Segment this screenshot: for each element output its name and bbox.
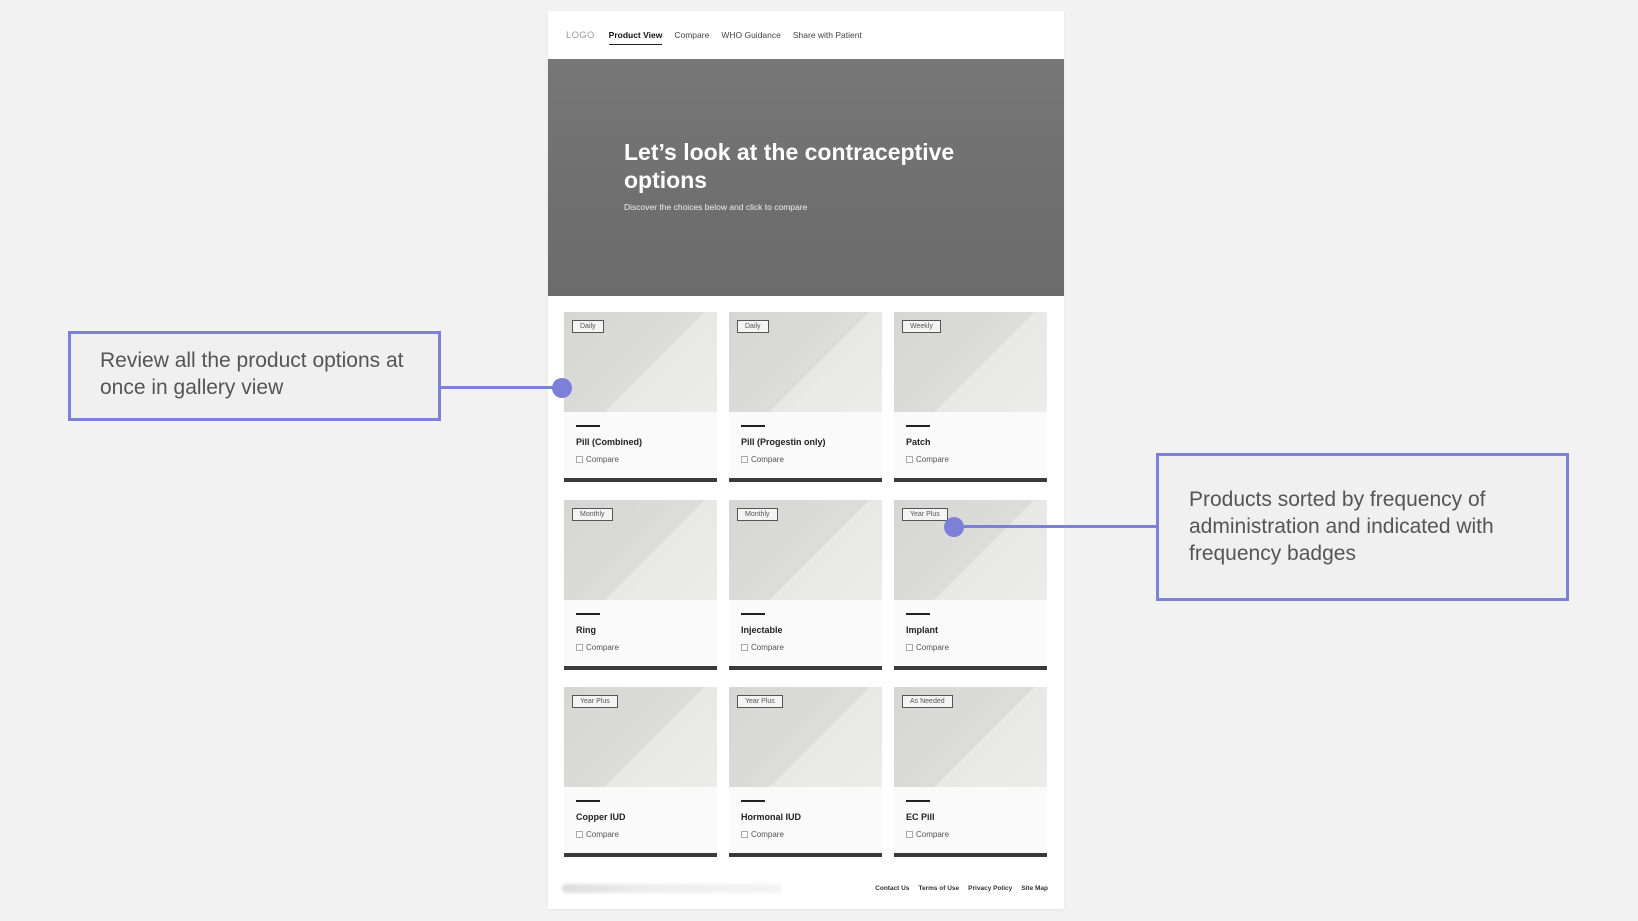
compare-checkbox[interactable]: Compare (906, 455, 949, 464)
annotation-callout-left: Review all the product options at once i… (68, 331, 441, 421)
footer-links: Contact Us Terms of Use Privacy Policy S… (875, 885, 1048, 892)
compare-label: Compare (751, 643, 784, 652)
divider (576, 425, 600, 427)
checkbox-icon[interactable] (741, 831, 748, 838)
divider (741, 425, 765, 427)
nav-compare[interactable]: Compare (674, 30, 709, 40)
product-name: EC Pill (906, 812, 935, 822)
frequency-badge: Weekly (902, 320, 941, 333)
compare-checkbox[interactable]: Compare (576, 455, 619, 464)
product-name: Ring (576, 625, 596, 635)
annotation-connector-left (441, 386, 561, 389)
page-mockup: LOGO Product View Compare WHO Guidance S… (548, 11, 1064, 909)
footer-link-contact-us[interactable]: Contact Us (875, 885, 909, 892)
nav-share-with-patient[interactable]: Share with Patient (793, 30, 862, 40)
compare-checkbox[interactable]: Compare (906, 643, 949, 652)
checkbox-icon[interactable] (906, 831, 913, 838)
divider (576, 613, 600, 615)
compare-label: Compare (916, 830, 949, 839)
footer-link-terms-of-use[interactable]: Terms of Use (918, 885, 959, 892)
annotation-dot-left (552, 378, 572, 398)
frequency-badge: Monthly (737, 508, 778, 521)
frequency-badge: Daily (737, 320, 769, 333)
compare-checkbox[interactable]: Compare (741, 455, 784, 464)
compare-label: Compare (751, 830, 784, 839)
annotation-dot-right (944, 517, 964, 537)
product-card[interactable]: Monthly Ring Compare (564, 500, 717, 670)
hero-banner: Let’s look at the contraceptive options … (548, 59, 1064, 296)
top-nav: LOGO Product View Compare WHO Guidance S… (548, 11, 1064, 59)
footer-logo (562, 884, 782, 893)
checkbox-icon[interactable] (741, 644, 748, 651)
compare-label: Compare (751, 455, 784, 464)
nav-product-view[interactable]: Product View (608, 30, 662, 45)
product-name: Patch (906, 437, 931, 447)
product-card[interactable]: Weekly Patch Compare (894, 312, 1047, 482)
checkbox-icon[interactable] (906, 644, 913, 651)
footer-link-privacy-policy[interactable]: Privacy Policy (968, 885, 1012, 892)
product-card[interactable]: As Needed EC Pill Compare (894, 687, 1047, 857)
compare-label: Compare (916, 455, 949, 464)
checkbox-icon[interactable] (576, 831, 583, 838)
hero-title: Let’s look at the contraceptive options (624, 139, 955, 193)
product-name: Injectable (741, 625, 783, 635)
divider (741, 613, 765, 615)
frequency-badge: Year Plus (572, 695, 618, 708)
hero-subtitle: Discover the choices below and click to … (624, 202, 808, 212)
product-card[interactable]: Year Plus Copper IUD Compare (564, 687, 717, 857)
product-card[interactable]: Monthly Injectable Compare (729, 500, 882, 670)
footer-link-site-map[interactable]: Site Map (1021, 885, 1048, 892)
compare-label: Compare (916, 643, 949, 652)
frequency-badge: Monthly (572, 508, 613, 521)
divider (741, 800, 765, 802)
product-name: Pill (Progestin only) (741, 437, 826, 447)
footer: Contact Us Terms of Use Privacy Policy S… (548, 881, 1064, 901)
product-name: Implant (906, 625, 939, 635)
frequency-badge: Daily (572, 320, 604, 333)
divider (576, 800, 600, 802)
compare-label: Compare (586, 643, 619, 652)
product-card[interactable]: Daily Pill (Combined) Compare (564, 312, 717, 482)
frequency-badge: Year Plus (737, 695, 783, 708)
product-card[interactable]: Year Plus Hormonal IUD Compare (729, 687, 882, 857)
checkbox-icon[interactable] (576, 456, 583, 463)
checkbox-icon[interactable] (576, 644, 583, 651)
compare-checkbox[interactable]: Compare (741, 830, 784, 839)
product-card[interactable]: Daily Pill (Progestin only) Compare (729, 312, 882, 482)
checkbox-icon[interactable] (906, 456, 913, 463)
product-name: Pill (Combined) (576, 437, 642, 447)
divider (906, 613, 930, 615)
compare-checkbox[interactable]: Compare (741, 643, 784, 652)
compare-checkbox[interactable]: Compare (576, 830, 619, 839)
checkbox-icon[interactable] (741, 456, 748, 463)
nav-who-guidance[interactable]: WHO Guidance (721, 30, 781, 40)
annotation-text-right: Products sorted by frequency of administ… (1189, 488, 1494, 565)
annotation-callout-right: Products sorted by frequency of administ… (1156, 453, 1569, 601)
compare-label: Compare (586, 455, 619, 464)
product-name: Hormonal IUD (741, 812, 802, 822)
compare-label: Compare (586, 830, 619, 839)
product-name: Copper IUD (576, 812, 626, 822)
frequency-badge: Year Plus (902, 508, 948, 521)
compare-checkbox[interactable]: Compare (906, 830, 949, 839)
frequency-badge: As Needed (902, 695, 953, 708)
annotation-connector-right (955, 525, 1157, 528)
logo: LOGO (566, 29, 595, 41)
compare-checkbox[interactable]: Compare (576, 643, 619, 652)
annotation-text-left: Review all the product options at once i… (100, 349, 404, 399)
divider (906, 425, 930, 427)
divider (906, 800, 930, 802)
